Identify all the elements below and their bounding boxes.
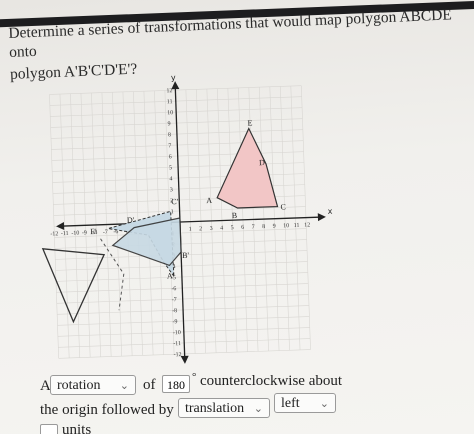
x-tick-label: -10 (71, 231, 79, 237)
transform1-select[interactable]: rotation ⌄ (50, 375, 136, 395)
x-tick-label: -9 (82, 230, 87, 236)
answer-line2-prefix: the origin followed by a (40, 402, 185, 418)
transform2-select[interactable]: translation ⌄ (178, 398, 270, 418)
y-axis-arrow-down (180, 355, 189, 364)
x-axis-label: x (328, 207, 333, 216)
y-tick-label: -7 (172, 297, 177, 303)
x-axis-arrow-right (317, 213, 326, 222)
polygon-abcde (216, 127, 279, 209)
label-b: B (232, 211, 238, 220)
y-tick-label: -12 (174, 352, 182, 358)
x-tick-label: 2 (199, 226, 202, 232)
x-tick-label: 3 (210, 226, 213, 232)
direction2-select[interactable]: left ⌄ (274, 393, 336, 413)
units-label: units (62, 422, 92, 434)
label-e: E (247, 118, 252, 127)
label-d: D (259, 158, 265, 167)
direction2-value: left (281, 396, 300, 411)
y-tick-label: 6 (169, 154, 172, 160)
y-tick-label: 3 (170, 187, 173, 193)
x-axis-arrow-left (56, 222, 65, 231)
chevron-down-icon: ⌄ (253, 402, 263, 415)
y-tick-label: 11 (167, 99, 173, 105)
label-c: C (280, 202, 286, 211)
coordinate-graph: x y 123456789101112-12-11-10-9-8-7-6-5-4… (41, 73, 333, 364)
y-axis-label: y (171, 73, 176, 82)
x-tick-label: -7 (103, 230, 108, 236)
label-c-prime: C' (171, 197, 179, 206)
x-tick-label: 10 (283, 223, 289, 229)
y-tick-label: 4 (169, 176, 172, 182)
label-d-prime: D' (127, 216, 135, 225)
x-tick-label: 1 (189, 227, 192, 233)
y-tick-label: 9 (167, 121, 170, 127)
label-a-prime: A' (167, 271, 175, 280)
units-input[interactable] (40, 424, 58, 434)
transform1-value: rotation (57, 378, 101, 393)
direction-text: counterclockwise about (200, 373, 343, 389)
x-tick-label: 8 (262, 224, 265, 230)
y-tick-label: -10 (173, 330, 181, 336)
x-tick-label: 11 (294, 223, 300, 229)
y-tick-label: -11 (173, 341, 181, 347)
y-tick-label: 10 (167, 110, 173, 116)
x-tick-label: 4 (220, 225, 223, 231)
x-tick-label: 7 (252, 224, 255, 230)
label-b-prime: B' (182, 251, 190, 260)
angle-value: 180 (167, 378, 185, 392)
y-tick-label: -6 (171, 286, 176, 292)
question-page: Determine a series of transformations th… (0, 0, 474, 434)
x-tick-label: 5 (231, 225, 234, 231)
y-tick-label: -9 (172, 319, 177, 325)
y-tick-label: 5 (169, 165, 172, 171)
x-tick-label: 12 (304, 222, 310, 228)
of-label: of (143, 377, 156, 393)
chevron-down-icon: ⌄ (119, 379, 129, 392)
y-tick-label: 7 (168, 143, 171, 149)
chevron-down-icon: ⌄ (319, 397, 329, 410)
degree-symbol: ° (192, 371, 197, 383)
x-tick-label: -12 (50, 231, 58, 237)
y-axis-arrow-up (171, 81, 180, 90)
y-tick-label: 12 (166, 88, 172, 94)
y-tick-label: 8 (168, 132, 171, 138)
x-tick-label: 6 (241, 225, 244, 231)
label-a: A (206, 196, 212, 205)
y-tick-label: -8 (172, 308, 177, 314)
angle-input[interactable]: 180 (162, 375, 190, 393)
label-e-prime: E' (90, 227, 97, 236)
x-tick-label: -11 (61, 231, 69, 237)
transform2-value: translation (185, 401, 245, 416)
x-tick-label: 9 (273, 224, 276, 230)
